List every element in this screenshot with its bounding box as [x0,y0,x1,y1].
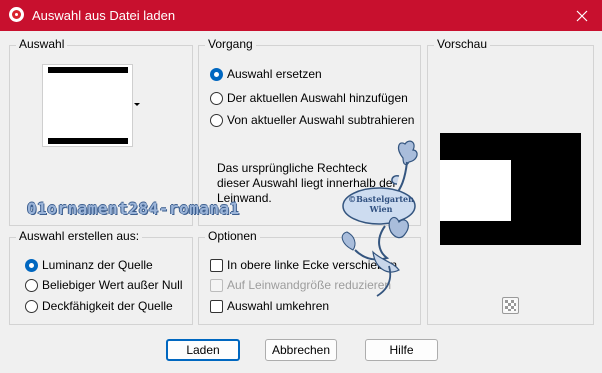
laden-button[interactable]: Laden [166,339,240,361]
radio-subtrahieren[interactable]: Von aktueller Auswahl subtrahieren [210,113,414,127]
hilfe-button[interactable]: Hilfe [365,339,438,361]
radio-label: Luminanz der Quelle [42,258,153,272]
radio-luminanz[interactable]: Luminanz der Quelle [25,258,153,272]
watermark-stamp: ©Bastelgarten Wien [341,194,421,214]
checkbox-auswahl-umkehren[interactable]: Auswahl umkehren [210,299,329,313]
watermark-text: 01ornament284-romana1 [27,199,240,218]
vorschau-group-title: Vorschau [434,37,491,51]
watermark-stamp-line2: Wien [369,204,393,214]
checkerboard-icon [505,300,516,311]
swatch-dropdown-icon[interactable] [134,103,140,106]
window-title: Auswahl aus Datei laden [32,8,176,23]
selection-swatch[interactable] [42,64,133,147]
tulip-ornament-icon [341,140,418,297]
auswahl-group-title: Auswahl [16,37,68,51]
transparency-toggle-button[interactable] [502,297,519,314]
title-bar: Auswahl aus Datei laden [0,0,602,31]
preview-selection [440,160,511,221]
erstellen-group-title: Auswahl erstellen aus: [16,229,143,243]
optionen-group-title: Optionen [205,229,260,243]
swatch-bottom-bar [48,138,128,144]
radio-button[interactable] [25,278,38,292]
radio-button[interactable] [210,113,223,127]
radio-auswahl-ersetzen[interactable]: Auswahl ersetzen [210,67,322,81]
vorgang-group-title: Vorgang [205,37,256,51]
radio-label: Deckfähigkeit der Quelle [42,299,173,313]
radio-hinzufuegen[interactable]: Der aktuellen Auswahl hinzufügen [210,91,408,105]
radio-label: Von aktueller Auswahl subtrahieren [227,113,415,127]
radio-button-checked[interactable] [25,258,38,272]
radio-button[interactable] [25,299,38,313]
checkbox-label: Auswahl umkehren [227,299,330,313]
radio-deckfaehigkeit[interactable]: Deckfähigkeit der Quelle [25,299,173,313]
close-button[interactable] [562,0,602,31]
paintshop-pro-icon [9,7,24,22]
swatch-top-bar [48,67,128,73]
checkbox[interactable] [210,258,223,272]
radio-label: Auswahl ersetzen [227,67,322,81]
checkbox-disabled [210,278,223,292]
close-icon [576,10,588,21]
checkbox[interactable] [210,299,223,313]
abbrechen-button[interactable]: Abbrechen [265,339,337,361]
radio-button-checked[interactable] [210,67,223,81]
radio-label: Der aktuellen Auswahl hinzufügen [227,91,408,105]
radio-button[interactable] [210,91,223,105]
watermark-stamp-line1: ©Bastelgarten [348,194,414,204]
radio-beliebiger-wert[interactable]: Beliebiger Wert außer Null [25,278,183,292]
radio-label: Beliebiger Wert außer Null [42,278,183,292]
